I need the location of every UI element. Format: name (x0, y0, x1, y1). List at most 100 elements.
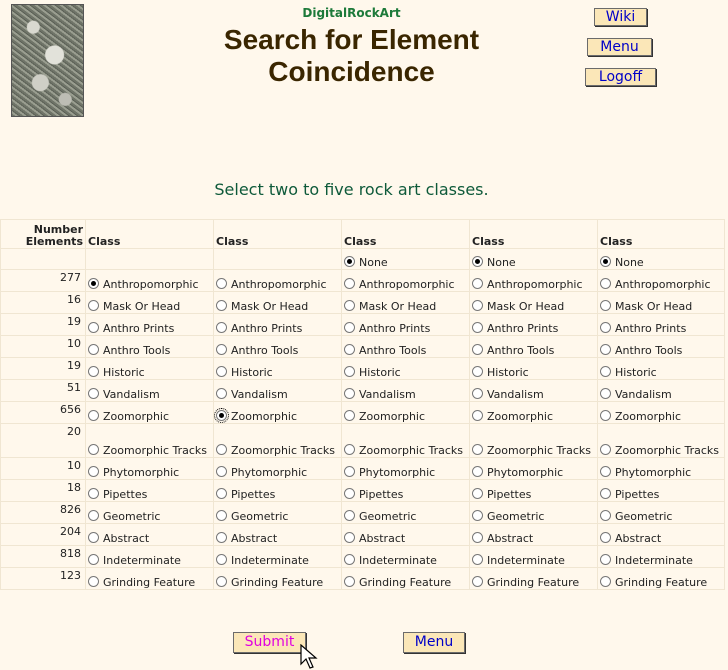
radio-button[interactable] (600, 322, 611, 333)
class-3-option-geometric[interactable]: Geometric (341, 501, 470, 524)
radio-button[interactable] (472, 366, 483, 377)
radio-button[interactable] (88, 344, 99, 355)
radio-button[interactable] (472, 510, 483, 521)
radio-button[interactable] (600, 366, 611, 377)
class-4-option-anthro-prints[interactable]: Anthro Prints (469, 313, 598, 336)
radio-button[interactable] (472, 388, 483, 399)
class-1-option-grinding-feature[interactable]: Grinding Feature (85, 567, 214, 590)
class-3-option-zoomorphic[interactable]: Zoomorphic (341, 401, 470, 424)
class-1-option-abstract[interactable]: Abstract (85, 523, 214, 546)
radio-button[interactable] (600, 488, 611, 499)
class-4-option-historic[interactable]: Historic (469, 357, 598, 380)
radio-button[interactable] (472, 488, 483, 499)
class-5-option-phytomorphic[interactable]: Phytomorphic (597, 457, 725, 480)
radio-button[interactable] (344, 554, 355, 565)
class-2-option-indeterminate[interactable]: Indeterminate (213, 545, 342, 568)
radio-button[interactable] (600, 388, 611, 399)
class-2-option-anthropomorphic[interactable]: Anthropomorphic (213, 269, 342, 292)
radio-button[interactable] (216, 388, 227, 399)
class-3-option-indeterminate[interactable]: Indeterminate (341, 545, 470, 568)
radio-button[interactable] (216, 444, 227, 455)
class-1-option-zoomorphic[interactable]: Zoomorphic (85, 401, 214, 424)
class-5-option-zoomorphic[interactable]: Zoomorphic (597, 401, 725, 424)
class-5-option-anthro-tools[interactable]: Anthro Tools (597, 335, 725, 358)
radio-button[interactable] (344, 444, 355, 455)
radio-button[interactable] (216, 344, 227, 355)
radio-button[interactable] (600, 532, 611, 543)
class-1-option-anthro-tools[interactable]: Anthro Tools (85, 335, 214, 358)
class-1-option-anthropomorphic[interactable]: Anthropomorphic (85, 269, 214, 292)
radio-button[interactable] (600, 410, 611, 421)
radio-button[interactable] (216, 322, 227, 333)
class-3-option-pipettes[interactable]: Pipettes (341, 479, 470, 502)
class-4-option-pipettes[interactable]: Pipettes (469, 479, 598, 502)
radio-button[interactable] (600, 344, 611, 355)
radio-button[interactable] (600, 554, 611, 565)
class-2-option-historic[interactable]: Historic (213, 357, 342, 380)
class-5-option-historic[interactable]: Historic (597, 357, 725, 380)
class-1-option-pipettes[interactable]: Pipettes (85, 479, 214, 502)
class-4-option-anthro-tools[interactable]: Anthro Tools (469, 335, 598, 358)
class-3-option-none[interactable]: None (341, 248, 470, 270)
class-2-option-geometric[interactable]: Geometric (213, 501, 342, 524)
radio-button[interactable] (216, 278, 227, 289)
class-3-option-historic[interactable]: Historic (341, 357, 470, 380)
class-4-option-mask-or-head[interactable]: Mask Or Head (469, 291, 598, 314)
class-3-option-mask-or-head[interactable]: Mask Or Head (341, 291, 470, 314)
class-2-option-anthro-tools[interactable]: Anthro Tools (213, 335, 342, 358)
class-1-option-phytomorphic[interactable]: Phytomorphic (85, 457, 214, 480)
class-2-option-zoomorphic-tracks[interactable]: Zoomorphic Tracks (213, 423, 342, 458)
radio-button[interactable] (88, 322, 99, 333)
class-1-option-geometric[interactable]: Geometric (85, 501, 214, 524)
class-2-option-pipettes[interactable]: Pipettes (213, 479, 342, 502)
class-3-option-phytomorphic[interactable]: Phytomorphic (341, 457, 470, 480)
radio-button[interactable] (472, 300, 483, 311)
radio-button[interactable] (88, 532, 99, 543)
radio-button[interactable] (216, 554, 227, 565)
radio-button[interactable] (472, 532, 483, 543)
radio-button[interactable] (216, 510, 227, 521)
class-4-option-grinding-feature[interactable]: Grinding Feature (469, 567, 598, 590)
class-4-option-phytomorphic[interactable]: Phytomorphic (469, 457, 598, 480)
class-3-option-vandalism[interactable]: Vandalism (341, 379, 470, 402)
class-1-option-historic[interactable]: Historic (85, 357, 214, 380)
radio-button[interactable] (600, 300, 611, 311)
class-5-option-abstract[interactable]: Abstract (597, 523, 725, 546)
radio-button[interactable] (344, 322, 355, 333)
radio-button[interactable] (344, 410, 355, 421)
radio-button[interactable] (344, 576, 355, 587)
submit-button[interactable]: Submit (233, 632, 306, 653)
class-2-option-grinding-feature[interactable]: Grinding Feature (213, 567, 342, 590)
class-5-option-indeterminate[interactable]: Indeterminate (597, 545, 725, 568)
radio-button[interactable] (88, 278, 99, 289)
radio-button[interactable] (344, 300, 355, 311)
class-5-option-anthropomorphic[interactable]: Anthropomorphic (597, 269, 725, 292)
radio-button[interactable] (88, 510, 99, 521)
radio-button[interactable] (344, 510, 355, 521)
class-3-option-abstract[interactable]: Abstract (341, 523, 470, 546)
class-4-option-geometric[interactable]: Geometric (469, 501, 598, 524)
class-2-option-vandalism[interactable]: Vandalism (213, 379, 342, 402)
class-2-option-mask-or-head[interactable]: Mask Or Head (213, 291, 342, 314)
radio-button[interactable] (216, 488, 227, 499)
class-4-option-vandalism[interactable]: Vandalism (469, 379, 598, 402)
class-1-option-mask-or-head[interactable]: Mask Or Head (85, 291, 214, 314)
wiki-button[interactable]: Wiki (594, 8, 647, 26)
radio-button[interactable] (600, 444, 611, 455)
class-4-option-abstract[interactable]: Abstract (469, 523, 598, 546)
class-4-option-indeterminate[interactable]: Indeterminate (469, 545, 598, 568)
radio-button[interactable] (600, 256, 611, 267)
radio-button[interactable] (344, 532, 355, 543)
radio-button[interactable] (600, 510, 611, 521)
radio-button[interactable] (344, 256, 355, 267)
class-3-option-anthro-tools[interactable]: Anthro Tools (341, 335, 470, 358)
radio-button[interactable] (600, 466, 611, 477)
radio-button[interactable] (344, 278, 355, 289)
menu-button-bottom[interactable]: Menu (403, 632, 465, 653)
radio-button[interactable] (600, 278, 611, 289)
radio-button[interactable] (472, 410, 483, 421)
radio-button[interactable] (472, 278, 483, 289)
radio-button[interactable] (344, 488, 355, 499)
radio-button[interactable] (472, 344, 483, 355)
class-5-option-vandalism[interactable]: Vandalism (597, 379, 725, 402)
